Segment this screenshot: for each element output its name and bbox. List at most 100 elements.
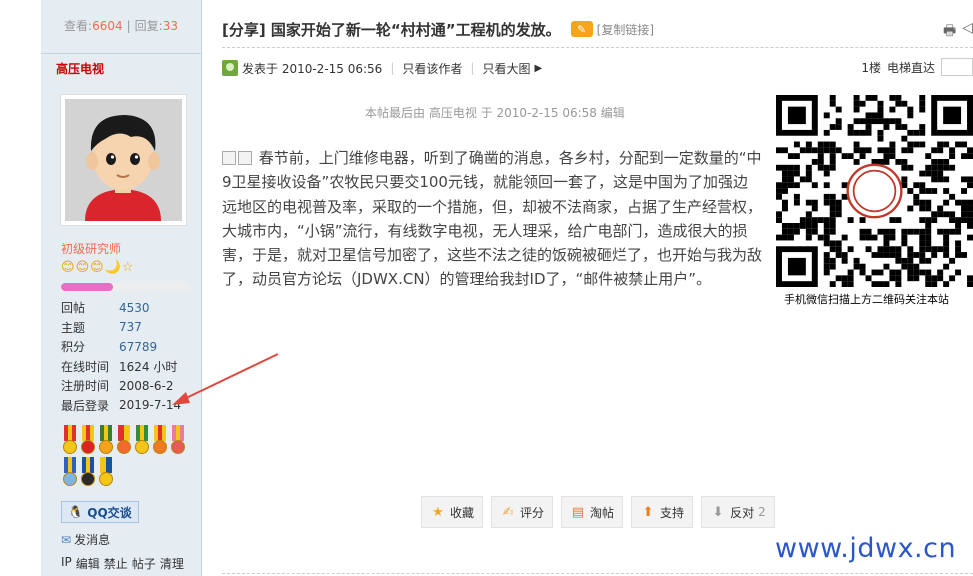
rank-progress-bar [61,283,191,291]
only-big-image-link[interactable]: 只看大图 [482,60,530,77]
qr-module [811,199,818,206]
qr-module [793,170,800,177]
medal-icon[interactable] [97,425,115,457]
qr-module [967,217,973,223]
qr-module [907,141,914,148]
medal-icon[interactable] [151,425,169,457]
qr-module [943,240,950,247]
taotie-button[interactable]: ▤ 淘帖 [561,496,624,528]
qr-module [967,281,973,287]
qr-module [949,257,956,264]
qr-module [907,228,914,235]
profile-value[interactable]: 737 [119,320,142,334]
title-divider [222,47,973,48]
qr-module [859,147,866,154]
rate-button[interactable]: ✍ 评分 [491,496,554,528]
rank-title[interactable]: 初级研究师 [61,240,121,257]
qr-module [919,228,926,235]
annotation-arrow-icon [172,353,279,405]
qr-module [811,159,818,165]
qr-module [937,246,944,253]
qr-module [793,164,800,171]
oppose-button[interactable]: ⬇ 反对 2 [701,496,775,528]
admin-link-clean[interactable]: 清理 [160,555,184,572]
admin-link-ip[interactable]: IP [61,555,72,572]
qr-module [787,223,794,229]
qr-module [889,95,896,101]
qr-module [805,176,812,183]
copy-link-button[interactable]: [复制链接] [597,21,654,38]
medal-icon[interactable] [97,457,115,489]
collect-button[interactable]: ★ 收藏 [421,496,484,528]
qr-module [776,234,782,241]
qr-module [871,118,878,125]
qr-module [961,211,968,218]
qr-module [889,246,896,253]
qr-module [871,234,878,241]
medal-icon[interactable] [79,425,97,457]
floor-number[interactable]: 1楼 [861,59,881,76]
qr-module [787,170,794,177]
only-author-link[interactable]: 只看该作者 [402,60,462,77]
qr-module [895,95,902,101]
floor-jump-input[interactable] [941,58,973,76]
qr-module [793,193,800,200]
admin-link-posts[interactable]: 帖子 [132,555,156,572]
medal-icon[interactable] [115,425,133,457]
qq-chat-button[interactable]: 🐧 QQ交谈 [61,501,139,523]
qr-module [776,182,782,189]
qr-module [841,275,848,282]
post-meta-bar: 发表于 2010-2-15 06:56 | 只看该作者 | 只看大图 ▶ 1楼 … [222,58,973,78]
qr-module [937,164,944,171]
qr-module [817,153,824,159]
admin-link-edit[interactable]: 编辑 [76,555,100,572]
qr-module [847,281,854,287]
floor-info: 1楼 电梯直达 [861,58,973,76]
qr-module [799,176,806,183]
author-username[interactable]: 高压电视 [56,60,104,77]
admin-link-ban[interactable]: 禁止 [104,555,128,572]
profile-key: 积分 [61,340,86,355]
qr-module [805,217,812,223]
qr-module [853,100,860,107]
qr-module [829,223,836,229]
qr-module [925,269,932,276]
send-message-link[interactable]: ✉ 发消息 [61,531,110,548]
avatar[interactable] [60,94,187,226]
qr-module [835,205,842,212]
qr-module [901,135,908,142]
down-arrow-icon: ⬇ [712,504,724,520]
qr-module [823,141,830,148]
medal-icon[interactable] [133,425,151,457]
prev-thread-icon[interactable]: ◁ [962,20,973,44]
share-icon[interactable]: ✎ [570,21,593,37]
qr-module [901,147,908,154]
qr-module [853,159,860,165]
post-title-bar: [分享] 国家开始了新一轮“村村通”工程机的发放。 ✎ [复制链接] 🖶 ◁ [222,14,973,44]
print-icon[interactable]: 🖶 [943,20,956,44]
qr-module [931,170,938,177]
medal-icon[interactable] [61,457,79,489]
qr-module [907,269,914,276]
broken-image-icon [222,151,236,165]
qr-module [907,252,914,258]
profile-value[interactable]: 4530 [119,301,150,315]
qr-module [829,164,836,171]
qr-module [823,228,830,235]
qr-module [865,129,872,136]
qr-module [919,269,926,276]
medal-icon[interactable] [61,425,79,457]
support-button[interactable]: ⬆ 支持 [631,496,694,528]
star-icon: ☆ [121,260,134,275]
qr-module [877,147,884,154]
medal-icon[interactable] [79,457,97,489]
send-message-label: 发消息 [74,533,111,547]
qr-module [787,234,794,241]
qr-module [853,141,860,148]
qr-module [961,176,968,183]
qr-module [901,100,908,107]
qr-module [907,263,914,270]
profile-value[interactable]: 67789 [119,340,157,354]
qr-module [883,228,890,235]
medal-icon[interactable] [169,425,187,457]
